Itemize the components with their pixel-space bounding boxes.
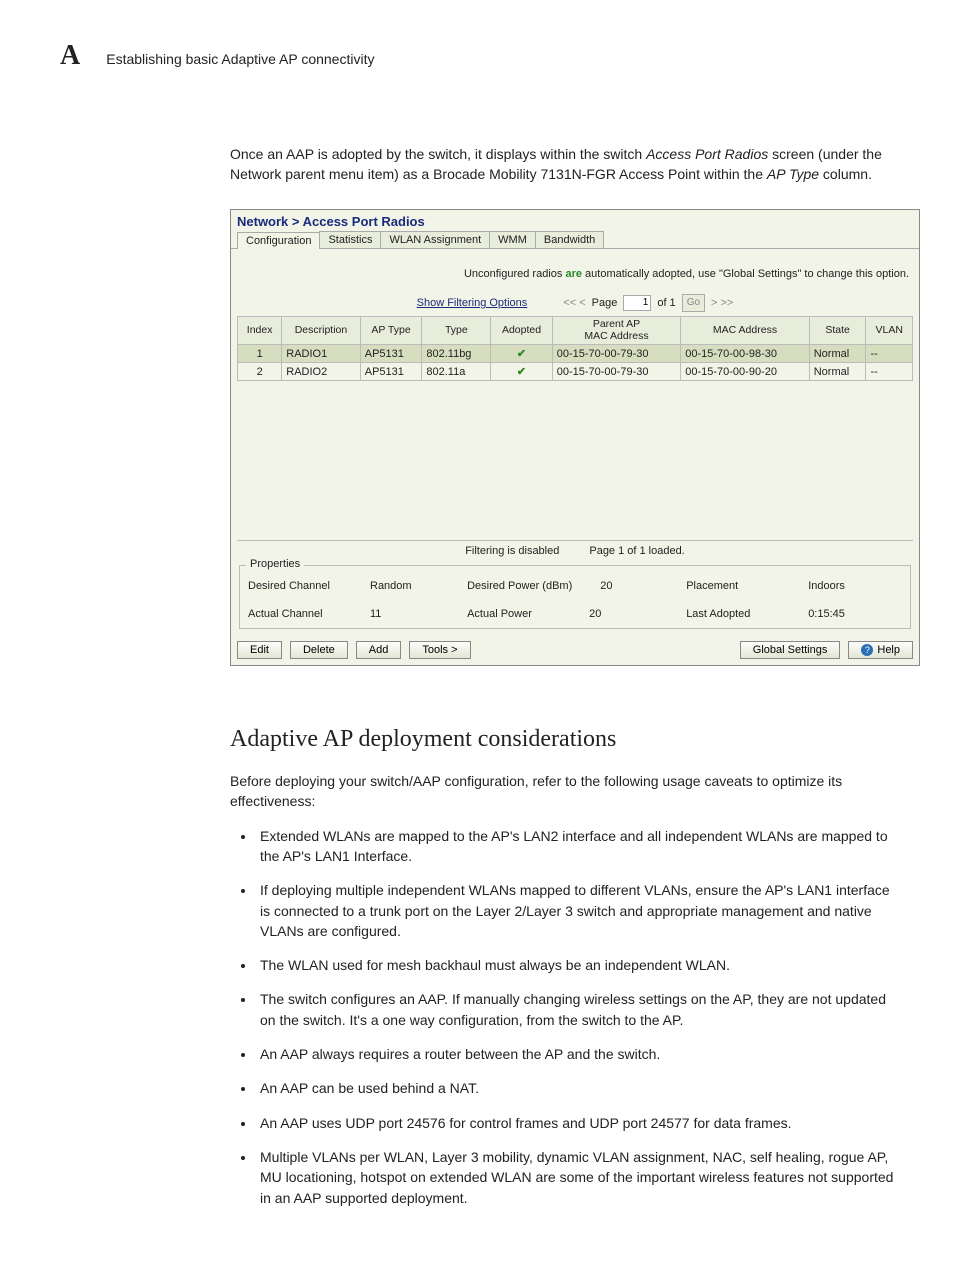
breadcrumb: Network > Access Port Radios <box>231 210 919 229</box>
list-item: If deploying multiple independent WLANs … <box>256 880 894 941</box>
section-intro: Before deploying your switch/AAP configu… <box>230 771 894 812</box>
desired-channel-value: Random <box>370 580 412 592</box>
check-icon: ✔ <box>491 345 552 363</box>
col-adopted[interactable]: Adopted <box>491 316 552 344</box>
table-header-row: Index Description AP Type Type Adopted P… <box>238 316 913 344</box>
col-mac[interactable]: MAC Address <box>681 316 810 344</box>
intro-paragraph: Once an AAP is adopted by the switch, it… <box>230 144 894 185</box>
add-button[interactable]: Add <box>356 641 402 659</box>
pager: Show Filtering Options << < Page of 1 Go… <box>231 292 919 316</box>
list-item: Extended WLANs are mapped to the AP's LA… <box>256 826 894 867</box>
table-empty-area <box>237 381 913 541</box>
bullet-list: Extended WLANs are mapped to the AP's LA… <box>230 826 894 1208</box>
show-filtering-link[interactable]: Show Filtering Options <box>417 297 528 309</box>
table-row[interactable]: 1 RADIO1 AP5131 802.11bg ✔ 00-15-70-00-7… <box>238 345 913 363</box>
col-state[interactable]: State <box>809 316 866 344</box>
tab-configuration[interactable]: Configuration <box>237 232 320 249</box>
col-parent-mac[interactable]: Parent AP MAC Address <box>552 316 681 344</box>
desired-power-label: Desired Power (dBm) <box>467 580 572 592</box>
list-item: The WLAN used for mesh backhaul must alw… <box>256 955 894 975</box>
list-item: The switch configures an AAP. If manuall… <box>256 989 894 1030</box>
tab-bar: Configuration Statistics WLAN Assignment… <box>231 229 919 249</box>
page-title: Establishing basic Adaptive AP connectiv… <box>106 51 374 67</box>
list-item: An AAP uses UDP port 24576 for control f… <box>256 1113 894 1133</box>
properties-legend: Properties <box>246 558 304 570</box>
col-index[interactable]: Index <box>238 316 282 344</box>
tab-statistics[interactable]: Statistics <box>319 231 381 248</box>
actual-channel-label: Actual Channel <box>248 608 342 620</box>
last-adopted-label: Last Adopted <box>686 608 780 620</box>
actual-power-label: Actual Power <box>467 608 561 620</box>
tab-wlan-assignment[interactable]: WLAN Assignment <box>380 231 490 248</box>
col-ap-type[interactable]: AP Type <box>360 316 422 344</box>
filtering-status: Filtering is disabled <box>465 545 559 557</box>
pager-go-button[interactable]: Go <box>682 294 705 312</box>
properties-box: Properties Desired ChannelRandom Desired… <box>239 565 911 629</box>
help-button[interactable]: ?Help <box>848 641 913 659</box>
notice-text: Unconfigured radios are automatically ad… <box>231 249 919 292</box>
desired-power-value: 20 <box>600 580 612 592</box>
list-item: An AAP can be used behind a NAT. <box>256 1078 894 1098</box>
delete-button[interactable]: Delete <box>290 641 348 659</box>
desired-channel-label: Desired Channel <box>248 580 342 592</box>
placement-label: Placement <box>686 580 780 592</box>
col-type[interactable]: Type <box>422 316 491 344</box>
pager-of: of 1 <box>657 297 675 309</box>
tab-wmm[interactable]: WMM <box>489 231 536 248</box>
button-bar: Edit Delete Add Tools > Global Settings … <box>231 637 919 665</box>
help-icon: ? <box>861 644 873 656</box>
radios-table: Index Description AP Type Type Adopted P… <box>237 316 913 381</box>
section-heading: Adaptive AP deployment considerations <box>230 726 894 753</box>
table-row[interactable]: 2 RADIO2 AP5131 802.11a ✔ 00-15-70-00-79… <box>238 363 913 381</box>
col-description[interactable]: Description <box>282 316 360 344</box>
list-item: An AAP always requires a router between … <box>256 1044 894 1064</box>
actual-channel-value: 11 <box>370 608 381 620</box>
col-vlan[interactable]: VLAN <box>866 316 913 344</box>
check-icon: ✔ <box>491 363 552 381</box>
page-header: A Establishing basic Adaptive AP connect… <box>60 40 894 72</box>
appendix-letter: A <box>60 40 80 72</box>
tools-button[interactable]: Tools > <box>409 641 470 659</box>
list-item: Multiple VLANs per WLAN, Layer 3 mobilit… <box>256 1147 894 1208</box>
pager-next[interactable]: > >> <box>711 297 733 309</box>
pager-page-label: Page <box>592 297 618 309</box>
global-settings-button[interactable]: Global Settings <box>740 641 841 659</box>
status-bar: Filtering is disabled Page 1 of 1 loaded… <box>231 541 919 561</box>
edit-button[interactable]: Edit <box>237 641 282 659</box>
last-adopted-value: 0:15:45 <box>808 608 845 620</box>
placement-value: Indoors <box>808 580 845 592</box>
tab-bandwidth[interactable]: Bandwidth <box>535 231 604 248</box>
access-port-radios-panel: Network > Access Port Radios Configurati… <box>230 209 920 666</box>
pager-prev[interactable]: << < <box>563 297 585 309</box>
pager-page-input[interactable] <box>623 295 651 311</box>
page-status: Page 1 of 1 loaded. <box>589 545 684 557</box>
actual-power-value: 20 <box>589 608 601 620</box>
